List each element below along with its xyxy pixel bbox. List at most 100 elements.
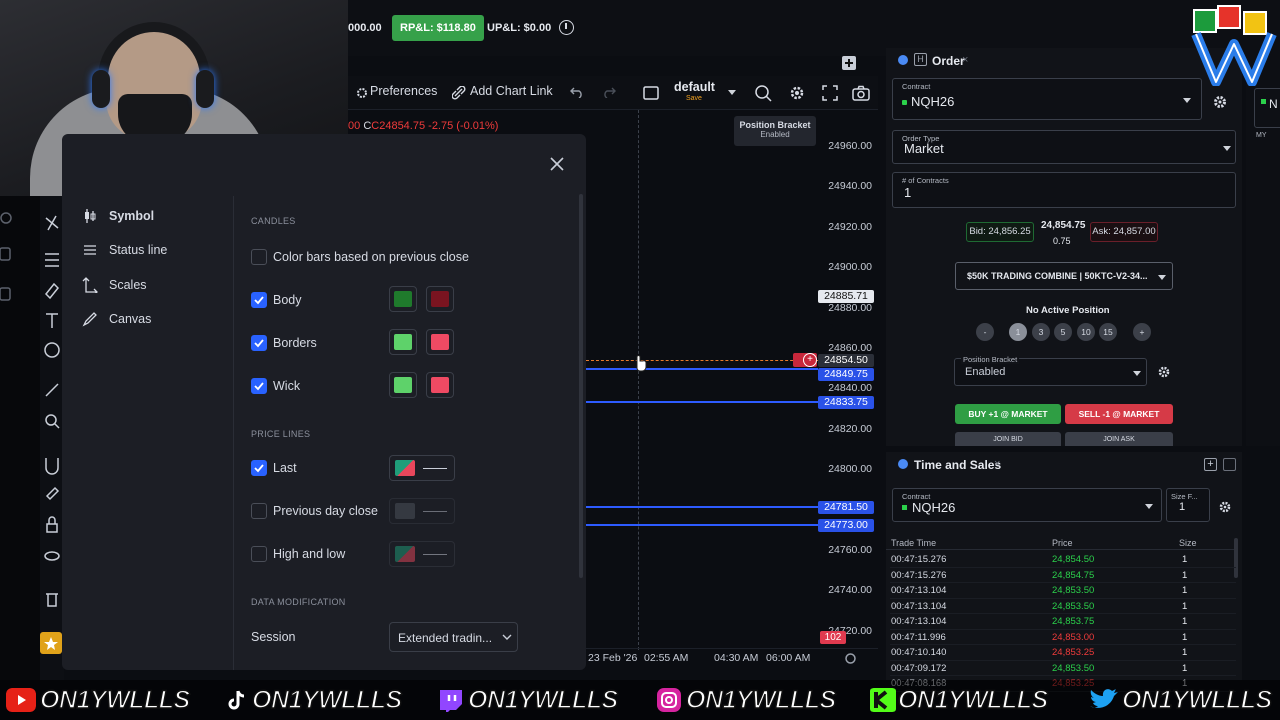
side-panel-select[interactable]: N [1254, 88, 1280, 128]
ts-time-cell: 00:47:13.104 [891, 616, 947, 627]
price-tick: 24880.00 [828, 302, 872, 314]
dialog-scrollbar[interactable] [579, 194, 583, 578]
add-panel-icon[interactable]: + [1204, 458, 1217, 471]
ts-table-row: 00:47:15.276 24,854.75 1 [890, 568, 1236, 583]
body-up-color-swatch[interactable] [389, 286, 417, 312]
ts-header-row: Trade Time Price Size [886, 536, 1238, 550]
side-panel-dot [1261, 99, 1266, 104]
order-settings-gear-icon[interactable] [1212, 94, 1228, 110]
high-low-style-picker[interactable] [389, 541, 455, 567]
ts-price-cell: 24,853.75 [1052, 616, 1095, 627]
add-panel-icon[interactable] [842, 56, 856, 70]
last-price-checkbox[interactable] [251, 460, 267, 476]
high-low-checkbox[interactable] [251, 546, 267, 562]
wick-up-color-swatch[interactable] [389, 372, 417, 398]
app-rail-icons[interactable] [0, 196, 40, 680]
ts-time-cell: 00:47:13.104 [891, 585, 947, 596]
mouse-cursor-icon [636, 355, 647, 372]
bracket-settings-gear-icon[interactable] [1157, 365, 1171, 379]
canvas-brush-icon [82, 312, 97, 327]
price-chart[interactable]: Position Bracket Enabled 24960.00 24940.… [586, 110, 878, 670]
undo-icon[interactable] [570, 86, 584, 98]
last-line-style-picker[interactable] [389, 455, 455, 481]
color-bars-label: Color bars based on previous close [273, 250, 469, 264]
prev-day-close-checkbox[interactable] [251, 503, 267, 519]
preferences-button[interactable]: Preferences [370, 84, 437, 98]
redo-icon[interactable] [602, 86, 616, 98]
layout-name[interactable]: default [674, 80, 715, 94]
account-select[interactable]: $50K TRADING COMBINE | 50KTC-V2-34... [955, 262, 1173, 290]
bracket-value: Enabled [965, 366, 1006, 378]
buy-market-button[interactable]: BUY +1 @ MARKET [955, 404, 1061, 424]
price-tick: 24800.00 [828, 463, 872, 475]
qty-decrement-button[interactable]: - [976, 323, 994, 341]
borders-checkbox[interactable] [251, 335, 267, 351]
camera-snapshot-icon[interactable] [852, 85, 870, 101]
borders-down-color-swatch[interactable] [426, 329, 454, 355]
order-type-select[interactable]: Order Type Market [892, 130, 1236, 164]
tab-label: Symbol [109, 209, 155, 223]
join-bid-button[interactable]: JOIN BID [955, 432, 1061, 446]
prev-day-close-style-picker[interactable] [389, 498, 455, 524]
scales-icon [82, 277, 98, 293]
ts-time-cell: 00:47:10.140 [891, 647, 947, 658]
ts-table-row: 00:47:13.104 24,853.50 1 [890, 583, 1236, 599]
ts-time-cell: 00:47:15.276 [891, 554, 947, 565]
bid-price-button[interactable]: Bid: 24,856.25 [966, 222, 1034, 242]
qty-preset-button[interactable]: 1 [1009, 323, 1027, 341]
join-ask-button[interactable]: JOIN ASK [1065, 432, 1173, 446]
position-bracket-select[interactable]: Position Bracket Enabled [954, 355, 1147, 386]
wick-checkbox[interactable] [251, 378, 267, 394]
borders-up-color-swatch[interactable] [389, 329, 417, 355]
side-panel-clipped: N MY [1246, 48, 1280, 446]
add-order-plus-icon[interactable]: + [803, 353, 817, 367]
alert-search-icon[interactable] [754, 84, 772, 102]
color-bars-checkbox[interactable] [251, 249, 267, 265]
contracts-label: # of Contracts [902, 176, 949, 185]
maximize-icon[interactable] [1223, 458, 1236, 471]
info-icon[interactable] [559, 20, 574, 35]
contracts-quantity-input[interactable]: # of Contracts 1 [892, 172, 1236, 208]
axis-settings-icon[interactable] [844, 652, 857, 665]
order-price-label[interactable]: 24781.50 [818, 501, 874, 514]
qty-preset-button[interactable]: 15 [1099, 323, 1117, 341]
qty-preset-button[interactable]: 10 [1077, 323, 1095, 341]
size-filter-input[interactable]: Size F... 1 [1166, 488, 1210, 522]
order-price-label[interactable]: 24833.75 [818, 396, 874, 409]
price-tick: 24820.00 [828, 423, 872, 435]
close-tab-icon[interactable]: × [962, 54, 968, 66]
drawing-tools-icons[interactable] [40, 196, 64, 680]
contract-select[interactable]: Contract NQH26 [892, 78, 1202, 120]
close-tab-icon[interactable]: × [994, 458, 1000, 470]
wick-down-color-swatch[interactable] [426, 372, 454, 398]
ask-price-button[interactable]: Ask: 24,857.00 [1090, 222, 1158, 242]
sell-market-button[interactable]: SELL -1 @ MARKET [1065, 404, 1173, 424]
close-icon[interactable] [549, 156, 565, 172]
wick-label: Wick [273, 379, 301, 393]
qty-preset-button[interactable]: 3 [1032, 323, 1050, 341]
order-price-label[interactable]: 24849.75 [818, 368, 874, 381]
session-select[interactable]: Extended tradin... [389, 622, 518, 652]
body-down-color-swatch[interactable] [426, 286, 454, 312]
settings-gear-icon[interactable] [788, 84, 806, 102]
add-chart-link-button[interactable]: Add Chart Link [470, 84, 553, 98]
headset-ear-left [92, 70, 110, 108]
qty-preset-button[interactable]: 5 [1054, 323, 1072, 341]
time-axis: 23 Feb '26 02:55 AM 04:30 AM 06:00 AM [586, 648, 878, 670]
qty-increment-button[interactable]: + [1133, 323, 1151, 341]
ts-size-cell: 1 [1182, 616, 1188, 627]
price-tick: 24940.00 [828, 180, 872, 192]
crosshair-vertical [638, 110, 639, 650]
ts-settings-gear-icon[interactable] [1218, 500, 1232, 514]
layout-save-label[interactable]: Save [686, 95, 702, 102]
order-price-label[interactable]: 24773.00 [818, 519, 874, 532]
ts-table-row: 00:47:13.104 24,853.50 1 [890, 599, 1236, 614]
gear-icon [357, 88, 367, 98]
fullscreen-icon[interactable] [822, 85, 838, 101]
ts-contract-select[interactable]: Contract NQH26 [892, 488, 1162, 522]
select-layout-icon[interactable] [643, 85, 659, 101]
body-checkbox[interactable] [251, 292, 267, 308]
layout-dropdown-chevron-icon[interactable] [728, 90, 736, 95]
price-tick: 24900.00 [828, 261, 872, 273]
session-label: Session [251, 630, 296, 644]
